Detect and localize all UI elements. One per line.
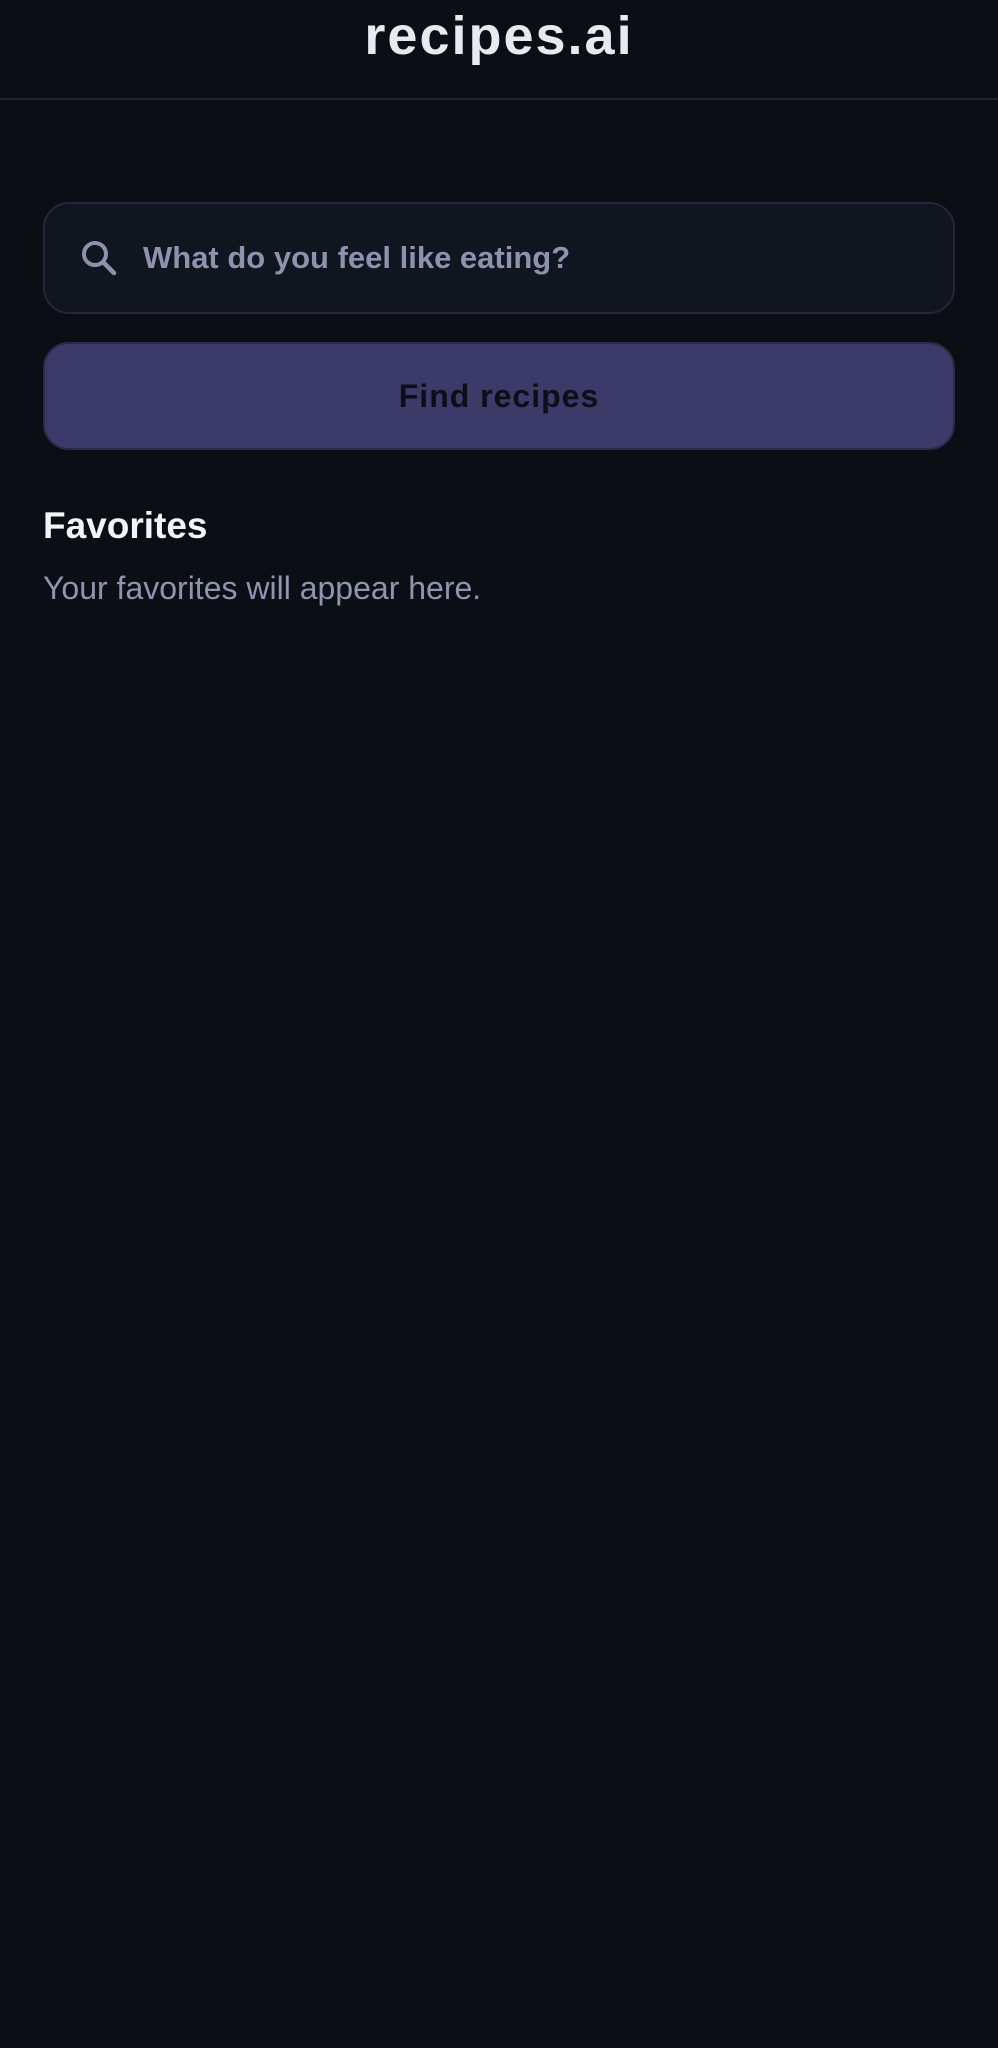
search-icon — [79, 238, 119, 278]
app-root: recipes.ai Find recipes Favorites Your f… — [0, 0, 998, 2048]
search-input[interactable] — [143, 204, 953, 312]
main-content: Find recipes Favorites Your favorites wi… — [0, 100, 998, 608]
favorites-heading: Favorites — [43, 505, 208, 546]
find-recipes-button[interactable]: Find recipes — [43, 342, 955, 450]
favorites-empty-message: Your favorites will appear here. — [43, 570, 482, 606]
search-box[interactable] — [43, 202, 955, 314]
app-title: recipes.ai — [364, 6, 634, 66]
top-bar: recipes.ai — [0, 0, 998, 100]
